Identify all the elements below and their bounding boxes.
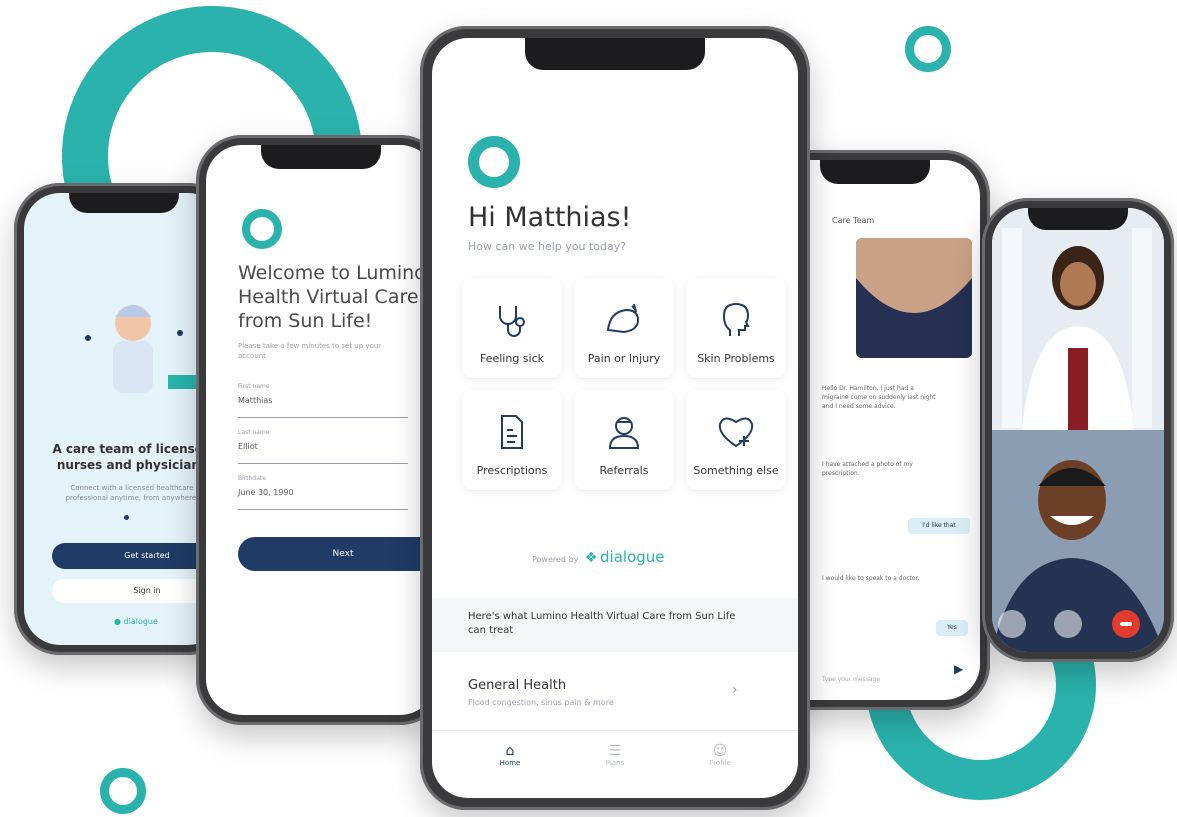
last-name-field[interactable]: Last name Elliot (238, 429, 408, 464)
mute-button[interactable] (998, 610, 1026, 638)
stethoscope-icon (499, 306, 525, 337)
dialogue-logo-icon: ❖ (584, 550, 598, 566)
chat-header: Care Team (832, 216, 875, 225)
tile-prescriptions[interactable]: Prescriptions (462, 390, 562, 490)
nav-profile[interactable]: ☺ Profile (690, 743, 750, 767)
onboarding-body: Connect with a licensed healthcare profe… (65, 484, 199, 502)
powered-by: Powered by ❖ dialogue (532, 548, 665, 566)
chat-bubble-icon: ● (114, 617, 121, 626)
doctor-icon (608, 417, 640, 449)
page-indicator (124, 515, 129, 520)
tile-pain-or-injury[interactable]: Pain or Injury (574, 278, 674, 378)
doctor-illustration (68, 283, 198, 403)
face-profile-icon (722, 302, 750, 336)
end-call-button[interactable] (1112, 610, 1140, 638)
birthdate-field[interactable]: Birthdate June 30, 1990 (238, 475, 408, 510)
partner-name: dialogue (600, 548, 665, 566)
brand-ring-icon (242, 209, 282, 249)
tile-feeling-sick[interactable]: Feeling sick (462, 278, 562, 378)
send-icon[interactable]: ▶ (954, 662, 963, 676)
bandaged-arm-icon (606, 303, 640, 334)
onboarding-headline: A care team of licensed nurses and physi… (52, 442, 212, 472)
next-button[interactable]: Next (238, 537, 436, 571)
list-icon: ☰ (608, 743, 622, 759)
treatable-banner: Here's what Lumino Health Virtual Care f… (432, 598, 798, 652)
decorative-ring-top-right (905, 26, 951, 72)
chevron-right-icon: › (732, 682, 738, 698)
tile-skin-problems[interactable]: Skin Problems (686, 278, 786, 378)
profile-icon: ☺ (712, 743, 728, 759)
shared-photo (856, 238, 972, 358)
brand-ring-icon (468, 136, 520, 188)
tile-something-else[interactable]: Something else (686, 390, 786, 490)
welcome-intro: Please take a few minutes to set up your… (238, 342, 382, 360)
hang-up-icon (1120, 622, 1132, 626)
partner-logo: ● dialogue (114, 617, 158, 626)
card-subtitle: Flood congestion, sinus pain & more (468, 698, 614, 707)
message-input[interactable]: Type your message (822, 666, 952, 683)
tile-referrals[interactable]: Referrals (574, 390, 674, 490)
heart-plus-icon (718, 417, 754, 448)
phone-welcome: Welcome to Lumino Health Virtual Care fr… (196, 135, 446, 725)
chat-message-1: Hello Dr. Hamilton, I just had a migrain… (822, 385, 936, 410)
nav-home[interactable]: ⌂ Home (480, 743, 540, 767)
chat-reply-1: I'd like that (908, 518, 970, 534)
prescription-icon (501, 415, 523, 449)
welcome-title: Welcome to Lumino Health Virtual Care fr… (238, 262, 426, 332)
bottom-nav: ⌂ Home ☰ Plans ☺ Profile (432, 730, 798, 791)
phone-home: Hi Matthias! How can we help you today? … (420, 26, 810, 810)
camera-button[interactable] (1054, 610, 1082, 638)
chat-reply-2: Yes (936, 620, 968, 636)
greeting: Hi Matthias! (468, 202, 632, 233)
greeting-subtitle: How can we help you today? (468, 240, 627, 253)
decorative-ring-bottom-left (100, 768, 146, 814)
nav-plans[interactable]: ☰ Plans (585, 743, 645, 767)
home-icon: ⌂ (505, 743, 515, 759)
phone-video-call (982, 198, 1174, 662)
chat-message-2: I have attached a photo of my prescripti… (822, 461, 913, 477)
chat-message-3: I would like to speak to a doctor. (822, 575, 920, 582)
doctor-video-feed (992, 208, 1164, 430)
first-name-field[interactable]: First name Matthias (238, 383, 408, 418)
general-health-card[interactable]: General Health Flood congestion, sinus p… (432, 668, 798, 722)
card-title: General Health (468, 678, 567, 693)
